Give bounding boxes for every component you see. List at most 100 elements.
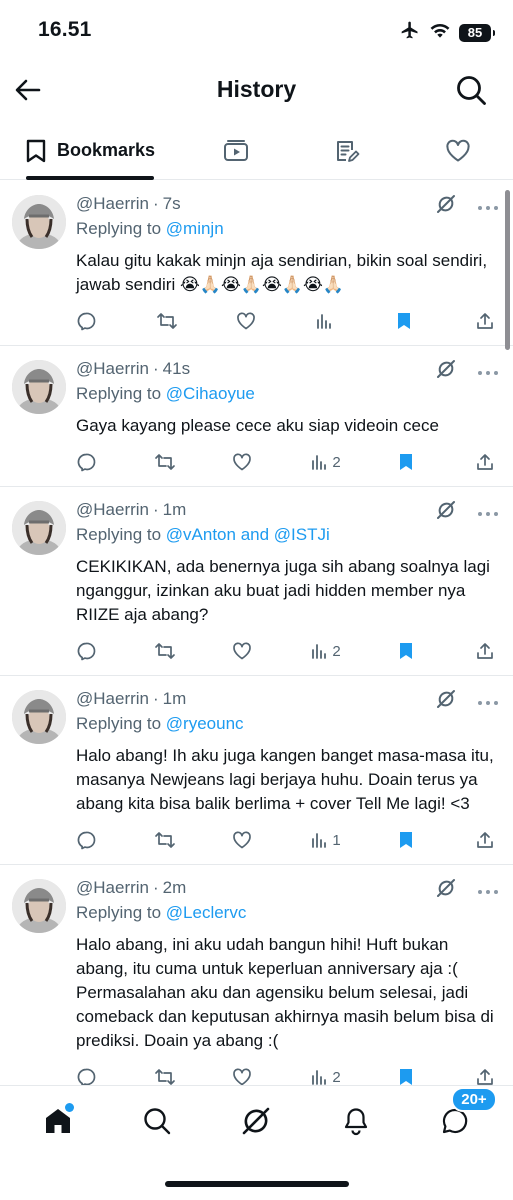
bookmark-button[interactable] <box>397 1067 419 1087</box>
tweet-time[interactable]: 2m <box>163 878 187 898</box>
grok-button[interactable] <box>435 499 457 526</box>
views-count: 1 <box>332 831 341 849</box>
search-icon <box>144 1108 171 1135</box>
avatar[interactable] <box>12 501 66 555</box>
views-button[interactable]: 2 <box>310 642 341 660</box>
grok-button[interactable] <box>435 358 457 385</box>
search-button[interactable] <box>453 72 489 108</box>
grok-button[interactable] <box>435 688 457 715</box>
reply-to-link[interactable]: @vAnton and @ISTJi <box>166 525 330 544</box>
status-bar: 16.51 85 <box>0 0 513 62</box>
tweet-handle[interactable]: @Haerrin <box>76 689 149 709</box>
retweet-button[interactable] <box>154 641 176 661</box>
tweet-meta: @Haerrin · 2m <box>76 877 497 899</box>
tab-articles[interactable] <box>291 122 402 179</box>
avatar[interactable] <box>12 879 66 933</box>
more-button[interactable] <box>477 363 499 381</box>
heart-icon <box>236 312 255 330</box>
nav-notifications[interactable] <box>334 1099 378 1143</box>
tab-videos[interactable] <box>180 122 291 179</box>
tab-bookmarks[interactable]: Bookmarks <box>0 122 180 180</box>
tab-likes[interactable] <box>402 122 513 179</box>
reply-to-link[interactable]: @Leclervc <box>166 903 247 922</box>
nav-messages[interactable]: 20+ <box>433 1087 497 1143</box>
tweet-handle[interactable]: @Haerrin <box>76 500 149 520</box>
home-notification-dot <box>64 1103 74 1112</box>
views-button[interactable]: 2 <box>310 1068 341 1086</box>
tweet-text: Gaya kayang please cece aku siap videoin… <box>76 416 439 435</box>
bookmark-button[interactable] <box>395 311 417 331</box>
share-button[interactable] <box>475 641 497 661</box>
tweet[interactable]: @Haerrin · 1m Replying to @ryeounc Halo aban… <box>0 676 513 865</box>
more-icon <box>478 700 498 705</box>
views-button[interactable]: 2 <box>310 453 341 471</box>
tweet-time[interactable]: 41s <box>163 359 190 379</box>
share-button[interactable] <box>475 452 497 472</box>
grok-icon <box>437 501 455 519</box>
like-button[interactable] <box>232 1067 254 1087</box>
tweet-handle[interactable]: @Haerrin <box>76 878 149 898</box>
reply-button[interactable] <box>76 830 98 850</box>
like-button[interactable] <box>236 311 258 331</box>
avatar-image <box>12 690 66 744</box>
avatar[interactable] <box>12 195 66 249</box>
home-indicator <box>165 1181 349 1187</box>
bookmarks-feed: @Haerrin · 7s Replying to @minjn Kalau gitu … <box>0 181 513 1102</box>
share-button[interactable] <box>475 311 497 331</box>
tweet[interactable]: @Haerrin · 2m Replying to @Leclervc Halo aba… <box>0 865 513 1102</box>
tweet-handle[interactable]: @Haerrin <box>76 359 149 379</box>
bookmark-button[interactable] <box>397 641 419 661</box>
share-icon <box>477 643 493 659</box>
reply-to-link[interactable]: @Cihaoyue <box>166 384 255 403</box>
share-button[interactable] <box>475 1067 497 1087</box>
views-button[interactable] <box>315 312 337 330</box>
nav-home[interactable] <box>36 1099 80 1143</box>
reply-prefix: Replying to <box>76 219 166 238</box>
reply-button[interactable] <box>76 311 98 331</box>
tweet[interactable]: @Haerrin · 7s Replying to @minjn Kalau gitu … <box>0 181 513 346</box>
reply-button[interactable] <box>76 452 98 472</box>
avatar[interactable] <box>12 360 66 414</box>
more-button[interactable] <box>477 198 499 216</box>
tweet-time[interactable]: 1m <box>163 500 187 520</box>
views-count: 2 <box>332 453 341 471</box>
avatar[interactable] <box>12 690 66 744</box>
more-button[interactable] <box>477 693 499 711</box>
more-button[interactable] <box>477 882 499 900</box>
views-button[interactable]: 1 <box>310 831 341 849</box>
tweet[interactable]: @Haerrin · 41s Replying to @Cihaoyue Gaya ka… <box>0 346 513 487</box>
retweet-button[interactable] <box>154 1067 176 1087</box>
tweet-meta-actions <box>435 688 499 715</box>
reply-button[interactable] <box>76 1067 98 1087</box>
reply-prefix: Replying to <box>76 384 166 403</box>
reply-button[interactable] <box>76 641 98 661</box>
share-icon <box>477 313 493 329</box>
reply-to-link[interactable]: @ryeounc <box>166 714 244 733</box>
nav-grok[interactable] <box>234 1099 278 1143</box>
retweet-button[interactable] <box>154 452 176 472</box>
reply-icon <box>77 312 96 331</box>
bookmark-button[interactable] <box>397 830 419 850</box>
like-button[interactable] <box>232 452 254 472</box>
retweet-button[interactable] <box>154 830 176 850</box>
like-button[interactable] <box>232 830 254 850</box>
grok-button[interactable] <box>435 193 457 220</box>
tweet[interactable]: @Haerrin · 1m Replying to @vAnton and @ISTJ… <box>0 487 513 676</box>
tweet-time[interactable]: 1m <box>163 689 187 709</box>
like-button[interactable] <box>232 641 254 661</box>
reply-context: Replying to @vAnton and @ISTJi <box>76 525 497 549</box>
retweet-button[interactable] <box>156 311 178 331</box>
grok-button[interactable] <box>435 877 457 904</box>
bookmark-button[interactable] <box>397 452 419 472</box>
reply-to-link[interactable]: @minjn <box>166 219 224 238</box>
more-button[interactable] <box>477 504 499 522</box>
tweet-meta: @Haerrin · 7s <box>76 193 497 215</box>
scrollbar[interactable] <box>505 190 510 350</box>
views-icon <box>312 833 327 848</box>
nav-search[interactable] <box>135 1099 179 1143</box>
share-button[interactable] <box>475 830 497 850</box>
tweet-handle[interactable]: @Haerrin <box>76 194 149 214</box>
separator-dot: · <box>153 500 159 519</box>
tweet-actions: 2 <box>76 627 497 675</box>
tweet-time[interactable]: 7s <box>163 194 181 214</box>
